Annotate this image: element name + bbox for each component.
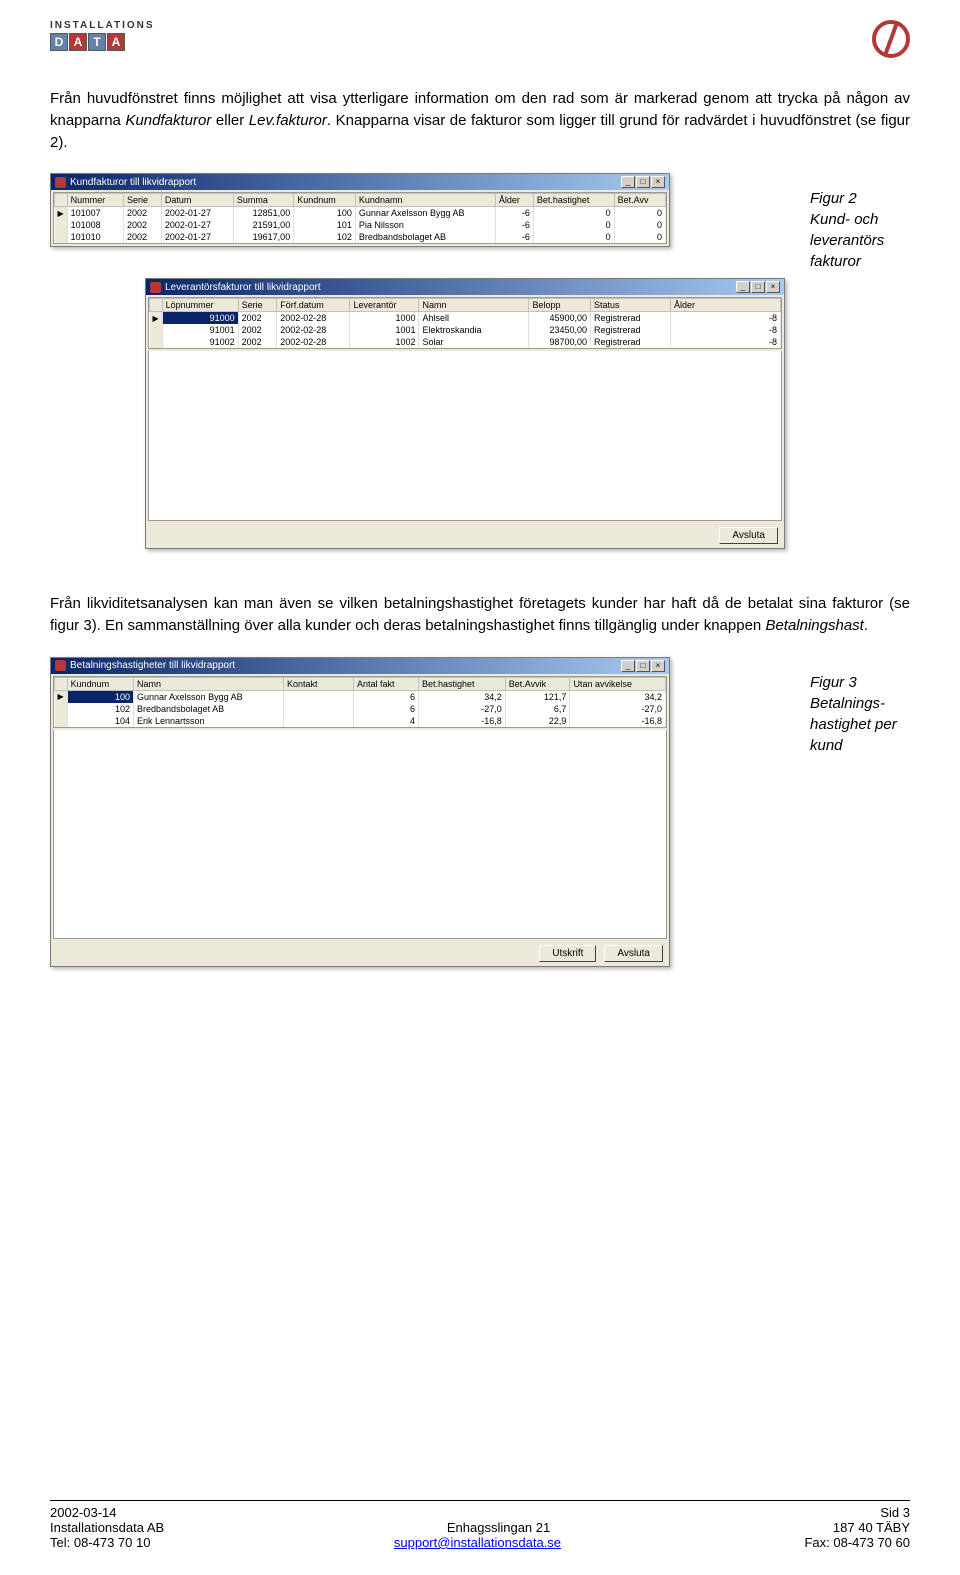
col-header[interactable]: Utan avvikelse xyxy=(570,677,666,690)
footer-postal: 187 40 TÄBY xyxy=(833,1520,910,1535)
col-header[interactable]: Löpnummer xyxy=(162,299,238,312)
table-row[interactable]: 102 Bredbandsbolaget AB 6 -27,0 6,7 -27,… xyxy=(55,703,666,715)
page-header: INSTALLATIONS D A T A xyxy=(50,20,910,58)
logo-right-icon xyxy=(872,20,910,58)
footer-fax: Fax: 08-473 70 60 xyxy=(804,1535,910,1550)
window-betalningshast: Betalningshastigheter till likvidrapport… xyxy=(50,657,670,967)
caption-line: Kund- och leverantörs fakturor xyxy=(810,209,910,272)
col-header[interactable]: Serie xyxy=(238,299,277,312)
close-icon[interactable]: × xyxy=(651,176,665,188)
grid-betalningshast[interactable]: Kundnum Namn Kontakt Antal fakt Bet.hast… xyxy=(53,676,667,728)
col-header[interactable]: Kundnum xyxy=(294,194,356,207)
col-header[interactable]: Leverantör xyxy=(350,299,419,312)
minimize-icon[interactable]: _ xyxy=(621,660,635,672)
window-levfakturor: Leverantörsfakturor till likvidrapport _… xyxy=(145,278,785,549)
col-header[interactable]: Förf.datum xyxy=(277,299,350,312)
figure-2-caption: Figur 2 Kund- och leverantörs fakturor xyxy=(810,188,910,272)
figure-3-caption: Figur 3 Betalnings-hastighet per kund xyxy=(810,672,910,756)
window-titlebar[interactable]: Kundfakturor till likvidrapport _ □ × xyxy=(51,174,669,190)
logo-letter: D xyxy=(50,33,68,51)
page-footer: 2002-03-14 Sid 3 Installationsdata AB En… xyxy=(50,1500,910,1550)
para2-italic: Betalningshast xyxy=(765,617,863,634)
figure-2-stack: Kundfakturor till likvidrapport _ □ × Nu… xyxy=(50,173,800,563)
caption-line: Betalnings-hastighet per kund xyxy=(810,693,910,756)
col-header[interactable]: Serie xyxy=(123,194,161,207)
para1-mid: eller xyxy=(211,112,248,129)
col-header[interactable]: Bet.hastighet xyxy=(418,677,505,690)
grid-empty-area xyxy=(53,730,667,939)
window-icon xyxy=(55,177,66,188)
table-row[interactable]: ▶ 100 Gunnar Axelsson Bygg AB 6 34,2 121… xyxy=(55,690,666,703)
window-kundfakturor: Kundfakturor till likvidrapport _ □ × Nu… xyxy=(50,173,670,247)
footer-email-link[interactable]: support@installationsdata.se xyxy=(394,1535,561,1550)
col-header[interactable]: Summa xyxy=(233,194,293,207)
table-row[interactable]: 91001 2002 2002-02-28 1001 Elektroskandi… xyxy=(150,324,781,336)
logo-boxes: D A T A xyxy=(50,33,155,51)
maximize-icon[interactable]: □ xyxy=(636,176,650,188)
window-icon xyxy=(150,282,161,293)
window-title-text: Kundfakturor till likvidrapport xyxy=(70,177,196,188)
logo-title: INSTALLATIONS xyxy=(50,20,155,31)
col-header[interactable]: Antal fakt xyxy=(354,677,419,690)
logo-left: INSTALLATIONS D A T A xyxy=(50,20,155,51)
avsluta-button[interactable]: Avsluta xyxy=(719,527,778,544)
table-row[interactable]: 104 Erik Lennartsson 4 -16,8 22,9 -16,8 xyxy=(55,715,666,727)
window-titlebar[interactable]: Leverantörsfakturor till likvidrapport _… xyxy=(146,279,784,295)
table-row[interactable]: 91002 2002 2002-02-28 1002 Solar 98700,0… xyxy=(150,336,781,348)
figure-2-row: Kundfakturor till likvidrapport _ □ × Nu… xyxy=(50,173,910,563)
col-header[interactable]: Bet.Avv xyxy=(614,194,665,207)
minimize-icon[interactable]: _ xyxy=(621,176,635,188)
col-header[interactable]: Kontakt xyxy=(284,677,354,690)
paragraph-1: Från huvudfönstret finns möjlighet att v… xyxy=(50,88,910,153)
caption-line: Figur 3 xyxy=(810,672,910,693)
col-header[interactable]: Status xyxy=(591,299,671,312)
maximize-icon[interactable]: □ xyxy=(751,281,765,293)
window-icon xyxy=(55,660,66,671)
footer-date: 2002-03-14 xyxy=(50,1505,117,1520)
table-row[interactable]: ▶ 101007 2002 2002-01-27 12851,00 100 Gu… xyxy=(55,207,666,220)
figure-3-row: Betalningshastigheter till likvidrapport… xyxy=(50,657,910,967)
footer-page: Sid 3 xyxy=(880,1505,910,1520)
para1-italic1: Kundfakturor xyxy=(125,112,211,129)
para2-end: . xyxy=(864,617,868,634)
avsluta-button[interactable]: Avsluta xyxy=(604,945,663,962)
col-header[interactable]: Kundnamn xyxy=(355,194,495,207)
maximize-icon[interactable]: □ xyxy=(636,660,650,672)
col-header[interactable]: Belopp xyxy=(529,299,591,312)
footer-address: Enhagsslingan 21 xyxy=(447,1520,550,1535)
para1-italic2: Lev.fakturor xyxy=(249,112,327,129)
grid-levfakturor[interactable]: Löpnummer Serie Förf.datum Leverantör Na… xyxy=(148,297,782,349)
footer-company: Installationsdata AB xyxy=(50,1520,164,1535)
utskrift-button[interactable]: Utskrift xyxy=(539,945,596,962)
logo-letter: A xyxy=(107,33,125,51)
col-header[interactable]: Nummer xyxy=(67,194,123,207)
table-row[interactable]: ▶ 91000 2002 2002-02-28 1000 Ahlsell 459… xyxy=(150,312,781,325)
paragraph-2: Från likviditetsanalysen kan man även se… xyxy=(50,593,910,637)
close-icon[interactable]: × xyxy=(766,281,780,293)
footer-tel: Tel: 08-473 70 10 xyxy=(50,1535,150,1550)
col-header[interactable]: Bet.hastighet xyxy=(533,194,614,207)
caption-line: Figur 2 xyxy=(810,188,910,209)
grid-kundfakturor[interactable]: Nummer Serie Datum Summa Kundnum Kundnam… xyxy=(53,192,667,244)
col-header[interactable]: Namn xyxy=(419,299,529,312)
logo-letter: T xyxy=(88,33,106,51)
logo-letter: A xyxy=(69,33,87,51)
col-header[interactable]: Ålder xyxy=(671,299,781,312)
col-header[interactable]: Kundnum xyxy=(67,677,133,690)
col-header[interactable]: Namn xyxy=(134,677,284,690)
minimize-icon[interactable]: _ xyxy=(736,281,750,293)
window-title-text: Betalningshastigheter till likvidrapport xyxy=(70,660,235,671)
button-row: Utskrift Avsluta xyxy=(51,941,669,966)
window-titlebar[interactable]: Betalningshastigheter till likvidrapport… xyxy=(51,658,669,674)
grid-empty-area xyxy=(148,351,782,521)
button-row: Avsluta xyxy=(146,523,784,548)
window-title-text: Leverantörsfakturor till likvidrapport xyxy=(165,282,321,293)
table-row[interactable]: 101008 2002 2002-01-27 21591,00 101 Pia … xyxy=(55,219,666,231)
col-header[interactable]: Datum xyxy=(161,194,233,207)
col-header[interactable]: Bet.Avvik xyxy=(505,677,570,690)
close-icon[interactable]: × xyxy=(651,660,665,672)
col-header[interactable]: Ålder xyxy=(495,194,533,207)
table-row[interactable]: 101010 2002 2002-01-27 19617,00 102 Bred… xyxy=(55,231,666,243)
